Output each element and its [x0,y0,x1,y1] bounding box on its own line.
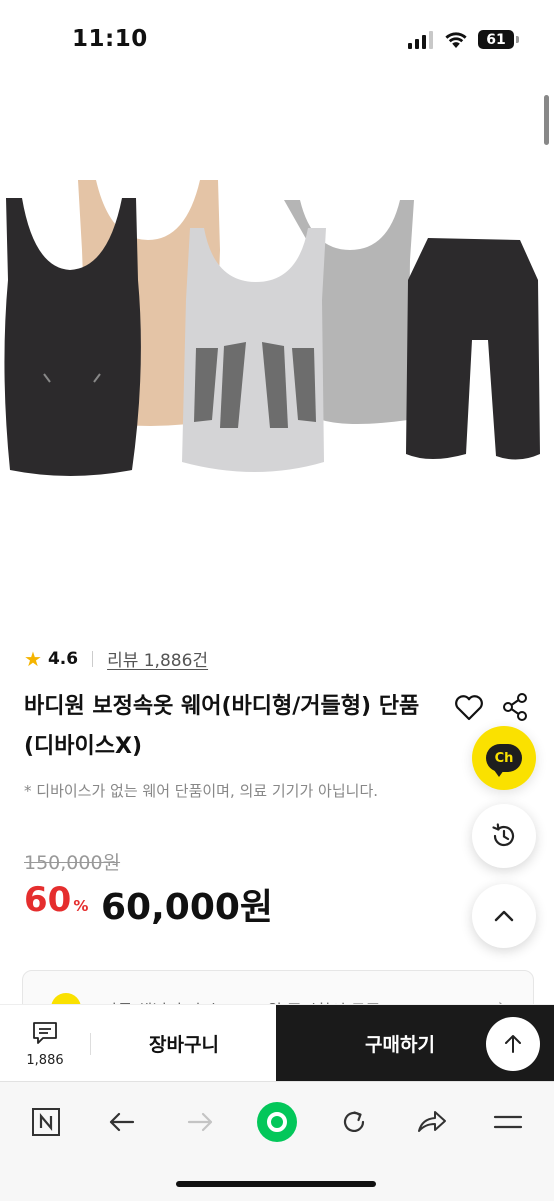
scroll-indicator[interactable] [544,95,549,145]
forward-button[interactable] [178,1100,222,1144]
page-up-button[interactable] [486,1017,540,1071]
green-dot-button[interactable] [255,1100,299,1144]
back-arrow-icon [109,1112,135,1132]
product-notice: * 디바이스가 없는 웨어 단품이며, 의료 기기가 아닙니다. [24,782,379,800]
status-icons: 61 [408,30,519,49]
share-icon[interactable] [500,690,530,724]
naver-n-icon [32,1108,60,1136]
history-icon [492,823,515,847]
refresh-button[interactable] [332,1100,376,1144]
cart-button[interactable]: 장바구니 [92,1005,276,1082]
scroll-top-button[interactable] [472,884,536,948]
arrow-up-icon [505,1035,521,1053]
back-button[interactable] [100,1100,144,1144]
rating-row: ★ 4.6 리뷰 1,886건 [24,646,208,672]
discount-unit: % [73,897,89,915]
rating-divider [92,650,94,667]
kakao-channel-button[interactable]: Ch [472,726,536,790]
review-count-button[interactable]: 1,886 [18,1021,72,1068]
purchase-bar: 1,886 장바구니 구매하기 [0,1004,554,1082]
product-title: 바디원 보정속옷 웨어(바디형/거들형) 단품 (디바이스X) [24,694,420,759]
chat-lines-icon [33,1022,57,1044]
home-indicator[interactable] [176,1181,376,1187]
buy-button-label: 구매하기 [365,1034,435,1056]
review-count: 1,886 [26,1053,64,1068]
naver-home-button[interactable] [24,1100,68,1144]
battery-icon: 61 [478,30,519,49]
menu-icon [493,1115,523,1129]
signal-icon [408,30,433,49]
heart-icon[interactable] [452,690,486,724]
chevron-up-icon [494,910,514,922]
review-link[interactable]: 리뷰 1,886건 [107,646,208,671]
share-page-button[interactable] [410,1100,454,1144]
product-image[interactable] [0,170,554,490]
discount-value: 60 [24,880,72,920]
refresh-icon [343,1111,365,1133]
rating-value: 4.6 [47,648,79,669]
wifi-icon [445,31,467,48]
share-arrow-icon [418,1111,446,1132]
menu-button[interactable] [486,1100,530,1144]
status-time: 11:10 [72,26,148,52]
original-price: 150,000원 [24,852,121,874]
status-bar: 11:10 61 [0,0,554,80]
bar-divider [90,1033,91,1055]
star-icon: ★ [24,646,42,671]
discount-rate: 60% [24,880,88,920]
sale-price: 60,000원 [101,887,274,928]
recently-viewed-button[interactable] [472,804,536,868]
browser-toolbar [0,1081,554,1201]
green-dot-icon [257,1102,297,1142]
forward-arrow-icon [187,1112,213,1132]
channel-chat-icon: Ch [486,744,522,777]
